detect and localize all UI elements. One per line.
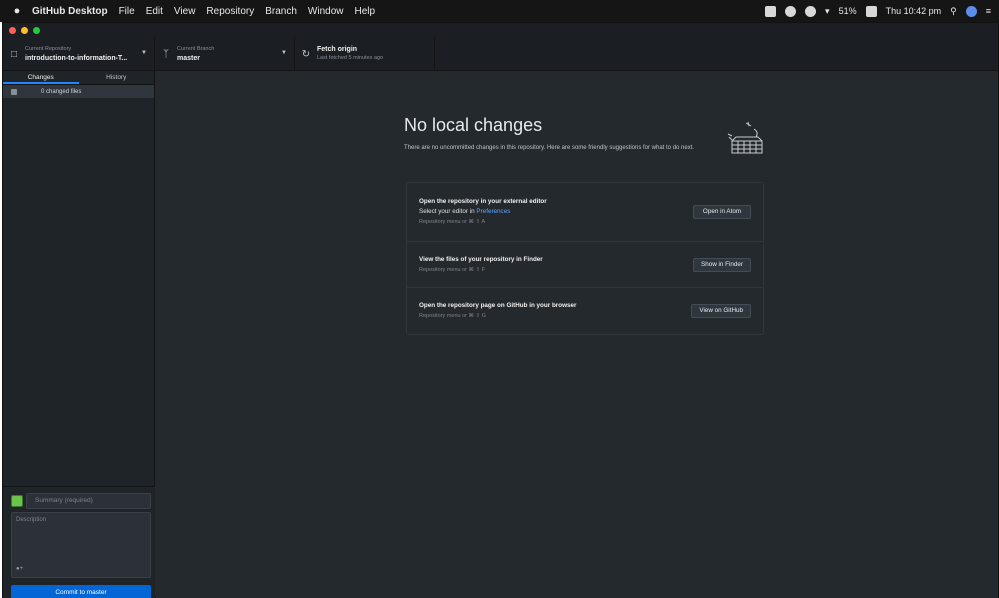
tab-changes[interactable]: Changes (3, 71, 79, 84)
branch-icon: ᛉ (163, 48, 169, 60)
menu-file[interactable]: File (119, 6, 135, 17)
no-changes-blankslate: No local changes There are no uncommitte… (404, 115, 764, 153)
branch-label: Current Branch (177, 46, 215, 52)
summary-input[interactable]: Summary (required) (26, 493, 151, 509)
siri-icon[interactable] (965, 5, 977, 17)
select-all-checkbox[interactable] (11, 88, 17, 95)
suggestion-view-on-github: Open the repository page on GitHub in yo… (407, 288, 763, 334)
fetch-title: Fetch origin (317, 46, 358, 53)
menu-view[interactable]: View (174, 6, 196, 17)
title-bar (3, 23, 998, 37)
fetch-origin-button[interactable]: ↻ Fetch origin Last fetched 5 minutes ag… (295, 37, 435, 71)
current-repository-dropdown[interactable]: □ Current Repository introduction-to-inf… (3, 37, 155, 71)
close-window-button[interactable] (9, 26, 16, 34)
menu-help[interactable]: Help (355, 6, 376, 17)
apple-icon[interactable]: ● (8, 5, 26, 17)
dropbox-icon[interactable] (765, 5, 777, 17)
current-branch-dropdown[interactable]: ᛉ Current Branch master ▼ (155, 37, 295, 71)
menu-repository[interactable]: Repository (206, 6, 254, 17)
avatar (11, 495, 23, 507)
menu-branch[interactable]: Branch (265, 6, 297, 17)
blankslate-description: There are no uncommitted changes in this… (404, 145, 695, 151)
changed-files-count: 0 changed files (41, 88, 82, 95)
suggestion-shortcut: Repository menu or ⌘ ⇧ F (419, 266, 486, 273)
suggestion-show-in-finder: View the files of your repository in Fin… (407, 242, 763, 288)
sync-icon: ↻ (301, 48, 311, 60)
suggestion-shortcut: Repository menu or ⌘ ⇧ G (419, 313, 486, 319)
suggestion-title: View the files of your repository in Fin… (419, 255, 543, 263)
main-content: No local changes There are no uncommitte… (156, 71, 998, 598)
description-input[interactable]: Description ●+ (11, 512, 151, 578)
app-status-icon[interactable] (785, 5, 797, 17)
preferences-link[interactable]: Preferences (476, 208, 510, 215)
commit-message-area: Summary (required) Description ●+ Commit… (3, 486, 155, 598)
branch-name: master (177, 55, 200, 62)
menu-window[interactable]: Window (308, 6, 344, 17)
tab-history[interactable]: History (79, 71, 155, 84)
spotlight-search-icon[interactable]: ⚲ (950, 6, 957, 17)
clock[interactable]: Thu 10:42 pm (886, 6, 942, 16)
suggestion-open-editor: Open the repository in your external edi… (407, 183, 763, 242)
suggestion-title: Open the repository in your external edi… (419, 198, 547, 205)
sidebar: Changes History 0 changed files Summary … (3, 71, 155, 598)
macos-menu-bar: ● GitHub Desktop File Edit View Reposito… (0, 0, 999, 22)
changed-files-header: 0 changed files (3, 85, 154, 98)
menu-app[interactable]: GitHub Desktop (32, 6, 108, 17)
open-in-atom-button[interactable]: Open in Atom (693, 205, 751, 219)
suggestion-description: Select your editor in Preferences (419, 207, 693, 217)
minimize-window-button[interactable] (21, 26, 28, 34)
description-placeholder: Description (16, 517, 47, 523)
suggestions-list: Open the repository in your external edi… (406, 182, 764, 335)
sidebar-tabs: Changes History (3, 71, 154, 85)
page-title: No local changes (404, 115, 543, 135)
view-on-github-button[interactable]: View on GitHub (691, 304, 751, 318)
repo-icon: □ (10, 48, 18, 60)
notification-center-icon[interactable]: ≡ (986, 6, 991, 16)
status-area: ▾ 51% Thu 10:42 pm ⚲ ≡ (765, 5, 991, 17)
commit-button[interactable]: Commit to master (11, 585, 151, 598)
caret-down-icon: ▼ (141, 50, 147, 56)
show-in-finder-button[interactable]: Show in Finder (693, 257, 751, 272)
battery-icon[interactable] (865, 5, 877, 17)
caret-down-icon: ▼ (281, 50, 287, 56)
toolbar: □ Current Repository introduction-to-inf… (3, 37, 998, 71)
github-desktop-window: □ Current Repository introduction-to-inf… (2, 22, 999, 598)
battery-percent[interactable]: 51% (839, 6, 857, 16)
empty-state-illustration-icon (727, 121, 763, 154)
wifi-icon[interactable]: ▾ (825, 6, 830, 17)
suggestion-title: Open the repository page on GitHub in yo… (419, 302, 577, 309)
vpn-icon[interactable] (805, 5, 817, 17)
fetch-last-fetched: Last fetched 5 minutes ago (317, 55, 384, 61)
suggestion-shortcut: Repository menu or ⌘ ⇧ A (419, 219, 486, 225)
zoom-window-button[interactable] (33, 26, 40, 34)
suggestion-description-text: Select your editor in (419, 208, 477, 215)
add-coauthor-icon[interactable]: ●+ (16, 566, 23, 572)
repo-name: introduction-to-information-T... (25, 55, 128, 62)
menu-edit[interactable]: Edit (146, 6, 163, 17)
repo-label: Current Repository (25, 46, 72, 52)
